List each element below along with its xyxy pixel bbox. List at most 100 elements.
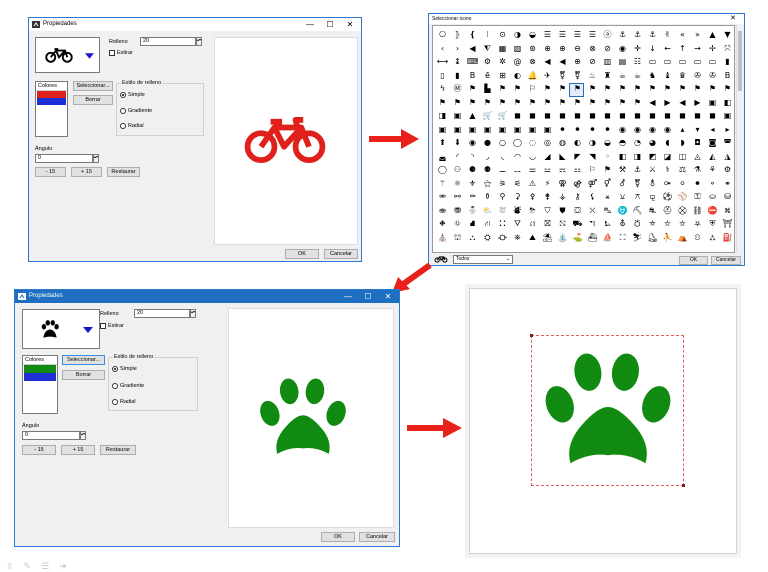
icon-grid-item[interactable]: ⚑ <box>555 82 570 96</box>
icon-grid-item[interactable]: ⛚ <box>495 217 510 231</box>
icon-grid-item[interactable]: ▣ <box>450 123 465 137</box>
forward-icon[interactable]: ➜ <box>59 562 77 572</box>
icon-grid-item[interactable]: ⚛ <box>450 177 465 191</box>
icon-grid-item[interactable]: ◑ <box>585 136 600 150</box>
icon-grid-item[interactable]: ◥ <box>585 150 600 164</box>
icon-grid-item[interactable]: ♨ <box>585 69 600 83</box>
icon-grid-item[interactable]: ▮ <box>720 55 734 69</box>
icon-grid-item[interactable]: ⛡ <box>600 217 615 231</box>
icon-grid-item[interactable]: ▤ <box>615 55 630 69</box>
icon-grid-item[interactable]: ⚑ <box>435 96 450 110</box>
icon-grid-item[interactable]: ◘ <box>690 136 705 150</box>
simple-radio[interactable] <box>120 92 126 98</box>
angle-stepper[interactable]: ▴▾ <box>80 431 86 440</box>
icon-grid-item[interactable]: ⚓ <box>615 28 630 42</box>
icon-grid-item[interactable]: ▣ <box>705 96 720 110</box>
icon-grid-item[interactable]: ⚧ <box>555 69 570 83</box>
colors-list[interactable]: Colores <box>22 355 58 414</box>
icon-grid-item[interactable]: ▦ <box>495 42 510 56</box>
icon-grid-item[interactable]: ⬆ <box>435 136 450 150</box>
icon-grid-item[interactable]: ⛋ <box>570 204 585 218</box>
icon-grid-item[interactable]: ▭ <box>675 55 690 69</box>
maximize-button[interactable]: ☐ <box>321 19 339 30</box>
icon-grid-item[interactable]: ↓ <box>645 42 660 56</box>
icon-grid-item[interactable]: ○ <box>495 136 510 150</box>
icon-grid-item[interactable]: ⛓ <box>690 204 705 218</box>
icon-grid-item[interactable]: ◼ <box>555 109 570 123</box>
icon-grid-item[interactable]: ◒ <box>600 136 615 150</box>
icon-grid-item[interactable]: ⛕ <box>720 204 734 218</box>
icon-grid-item[interactable]: ⚑ <box>495 96 510 110</box>
icon-grid-item[interactable]: ▥ <box>600 55 615 69</box>
icon-grid-item[interactable]: ◭ <box>705 150 720 164</box>
angle-stepper[interactable]: ▴▾ <box>93 154 99 163</box>
stretch-checkbox[interactable] <box>109 50 115 56</box>
icon-grid-item[interactable]: ✢ <box>705 42 720 56</box>
icon-grid-item[interactable]: ⚻ <box>630 190 645 204</box>
icon-grid-item[interactable]: ◖ <box>660 136 675 150</box>
icon-grid-item[interactable]: ⚪ <box>675 177 690 191</box>
icon-grid-item[interactable]: ⊗ <box>585 42 600 56</box>
resize-handle-top-left[interactable] <box>530 334 533 337</box>
icon-grid-item[interactable]: ◼ <box>675 109 690 123</box>
icon-grid-item[interactable]: ⛥ <box>660 217 675 231</box>
icon-grid-item[interactable]: ⎔ <box>435 28 450 42</box>
menu-icon[interactable]: ☰ <box>41 562 59 572</box>
stretch-checkbox[interactable] <box>100 323 106 329</box>
icon-grid-item[interactable]: ⚹ <box>600 190 615 204</box>
icon-grid-item[interactable]: ⚫ <box>570 123 585 137</box>
icon-grid-item[interactable]: ◮ <box>720 150 734 164</box>
icon-grid-item[interactable]: ⊖ <box>570 42 585 56</box>
category-filter-select[interactable]: Todos ⌄ <box>453 255 513 264</box>
icon-grid-item[interactable]: ⚑ <box>585 96 600 110</box>
icon-grid-item[interactable]: ☰ <box>555 28 570 42</box>
icon-grid-item[interactable]: ◼ <box>705 109 720 123</box>
icon-grid-item[interactable]: ⚌ <box>525 163 540 177</box>
icon-grid-item[interactable]: « <box>675 28 690 42</box>
ok-button[interactable]: OK <box>321 532 355 542</box>
icon-grid-item[interactable]: ⚑ <box>660 82 675 96</box>
fill-stepper[interactable]: ▴▾ <box>190 309 196 318</box>
icon-grid-item[interactable]: ◨ <box>630 150 645 164</box>
icon-grid-item[interactable]: ⚰ <box>465 190 480 204</box>
icon-grid-item[interactable]: ◂ <box>705 123 720 137</box>
icon-grid-item[interactable]: ◛ <box>435 150 450 164</box>
icon-grid-item[interactable]: ◙ <box>705 136 720 150</box>
icon-grid-item[interactable]: ⚱ <box>480 190 495 204</box>
icon-grid-item[interactable]: ⛞ <box>555 217 570 231</box>
icon-grid-item[interactable]: ▼ <box>720 28 734 42</box>
icon-grid-item[interactable]: ⚥ <box>600 177 615 191</box>
icon-grid-item[interactable]: ◉ <box>660 123 675 137</box>
icon-grid-item[interactable]: ◯ <box>510 136 525 150</box>
icon-grid-item[interactable]: ⛜ <box>525 217 540 231</box>
icon-grid-item[interactable]: ◦ <box>600 150 615 164</box>
icon-grid-item[interactable]: ▭ <box>645 55 660 69</box>
icon-grid-item[interactable]: ◧ <box>615 150 630 164</box>
color-swatch-red[interactable] <box>37 91 66 98</box>
icon-grid-item[interactable]: ▣ <box>510 123 525 137</box>
icon-grid-item[interactable]: ◀ <box>675 96 690 110</box>
icon-grid-item[interactable]: ⚿ <box>690 190 705 204</box>
icon-grid-item[interactable]: ⛃ <box>450 204 465 218</box>
color-swatch-blue[interactable] <box>37 98 66 105</box>
icon-grid-item[interactable]: ⛰ <box>525 231 540 245</box>
icon-grid-item[interactable]: ⚐ <box>525 82 540 96</box>
icon-grid-item[interactable]: ⛷ <box>630 231 645 245</box>
icon-grid-item[interactable]: ⛧ <box>690 217 705 231</box>
icon-grid-item[interactable]: ◼ <box>510 109 525 123</box>
icon-grid-item[interactable]: ⛁ <box>720 190 734 204</box>
icon-grid-item[interactable]: 🔔 <box>525 69 540 83</box>
close-button[interactable]: ✕ <box>341 19 359 30</box>
icon-grid-item[interactable]: ⓐ <box>600 28 615 42</box>
icon-grid-item[interactable]: ⛌ <box>585 204 600 218</box>
icon-grid-item[interactable]: ◑ <box>510 28 525 42</box>
icon-grid-item[interactable]: ⚫ <box>600 123 615 137</box>
minimize-button[interactable]: — <box>301 19 319 30</box>
radial-radio[interactable] <box>112 399 118 405</box>
minus-15-button[interactable]: - 15 <box>22 445 56 455</box>
icon-grid-item[interactable]: ⚑ <box>465 96 480 110</box>
icon-grid-item[interactable]: ⊞ <box>495 69 510 83</box>
icon-grid-item[interactable]: ☰ <box>570 28 585 42</box>
cancel-button[interactable]: Cancelar <box>324 249 358 259</box>
icon-grid-item[interactable]: ✌ <box>660 28 675 42</box>
